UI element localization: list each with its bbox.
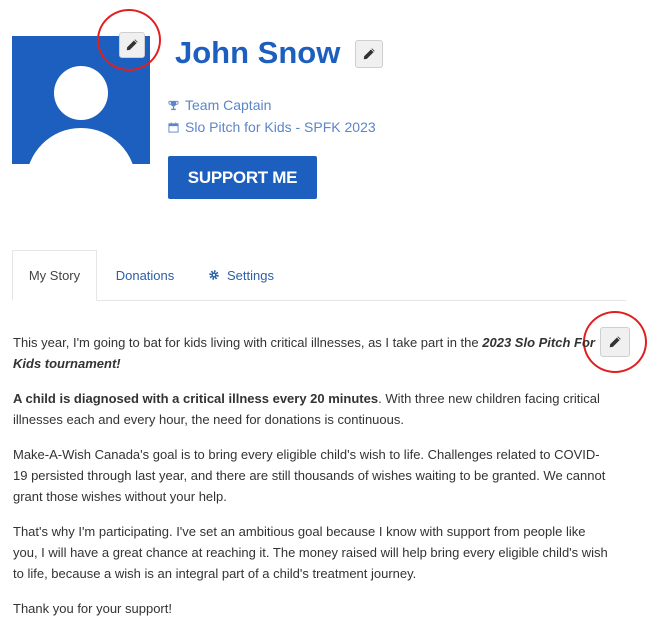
avatar-head: [54, 66, 108, 120]
story-paragraph-3: Make-A-Wish Canada's goal is to bring ev…: [13, 447, 606, 504]
participant-name: John Snow: [175, 35, 341, 70]
tab-my-story[interactable]: My Story: [12, 250, 97, 301]
story-highlight: A child is diagnosed with a critical ill…: [13, 391, 379, 406]
edit-name-button[interactable]: [355, 40, 383, 68]
support-me-button[interactable]: SUPPORT ME: [168, 156, 317, 199]
pencil-icon: [126, 39, 138, 51]
pencil-icon: [363, 48, 375, 60]
story-paragraph-4: That's why I'm participating. I've set a…: [13, 524, 608, 581]
tab-donations[interactable]: Donations: [104, 250, 186, 300]
role-line: Team Captain: [168, 97, 271, 113]
tab-settings[interactable]: Settings: [199, 250, 283, 300]
calendar-icon: [168, 121, 179, 133]
profile-tabs: My Story Donations Settings: [12, 250, 626, 301]
story-paragraph-2: A child is diagnosed with a critical ill…: [13, 391, 600, 427]
gear-icon: [209, 270, 219, 280]
event-line: Slo Pitch for Kids - SPFK 2023: [168, 119, 376, 135]
trophy-icon: [168, 100, 179, 110]
event-label[interactable]: Slo Pitch for Kids - SPFK 2023: [185, 119, 376, 135]
tab-label: Donations: [115, 267, 175, 283]
story-content: This year, I'm going to bat for kids liv…: [13, 332, 611, 633]
story-paragraph-5: Thank you for your support!: [13, 601, 172, 616]
story-paragraph-1: This year, I'm going to bat for kids liv…: [13, 335, 595, 371]
edit-avatar-button[interactable]: [119, 32, 145, 58]
tab-label: Settings: [227, 267, 274, 283]
tab-label: My Story: [28, 268, 81, 283]
avatar-body: [26, 128, 136, 164]
role-label: Team Captain: [185, 97, 272, 113]
